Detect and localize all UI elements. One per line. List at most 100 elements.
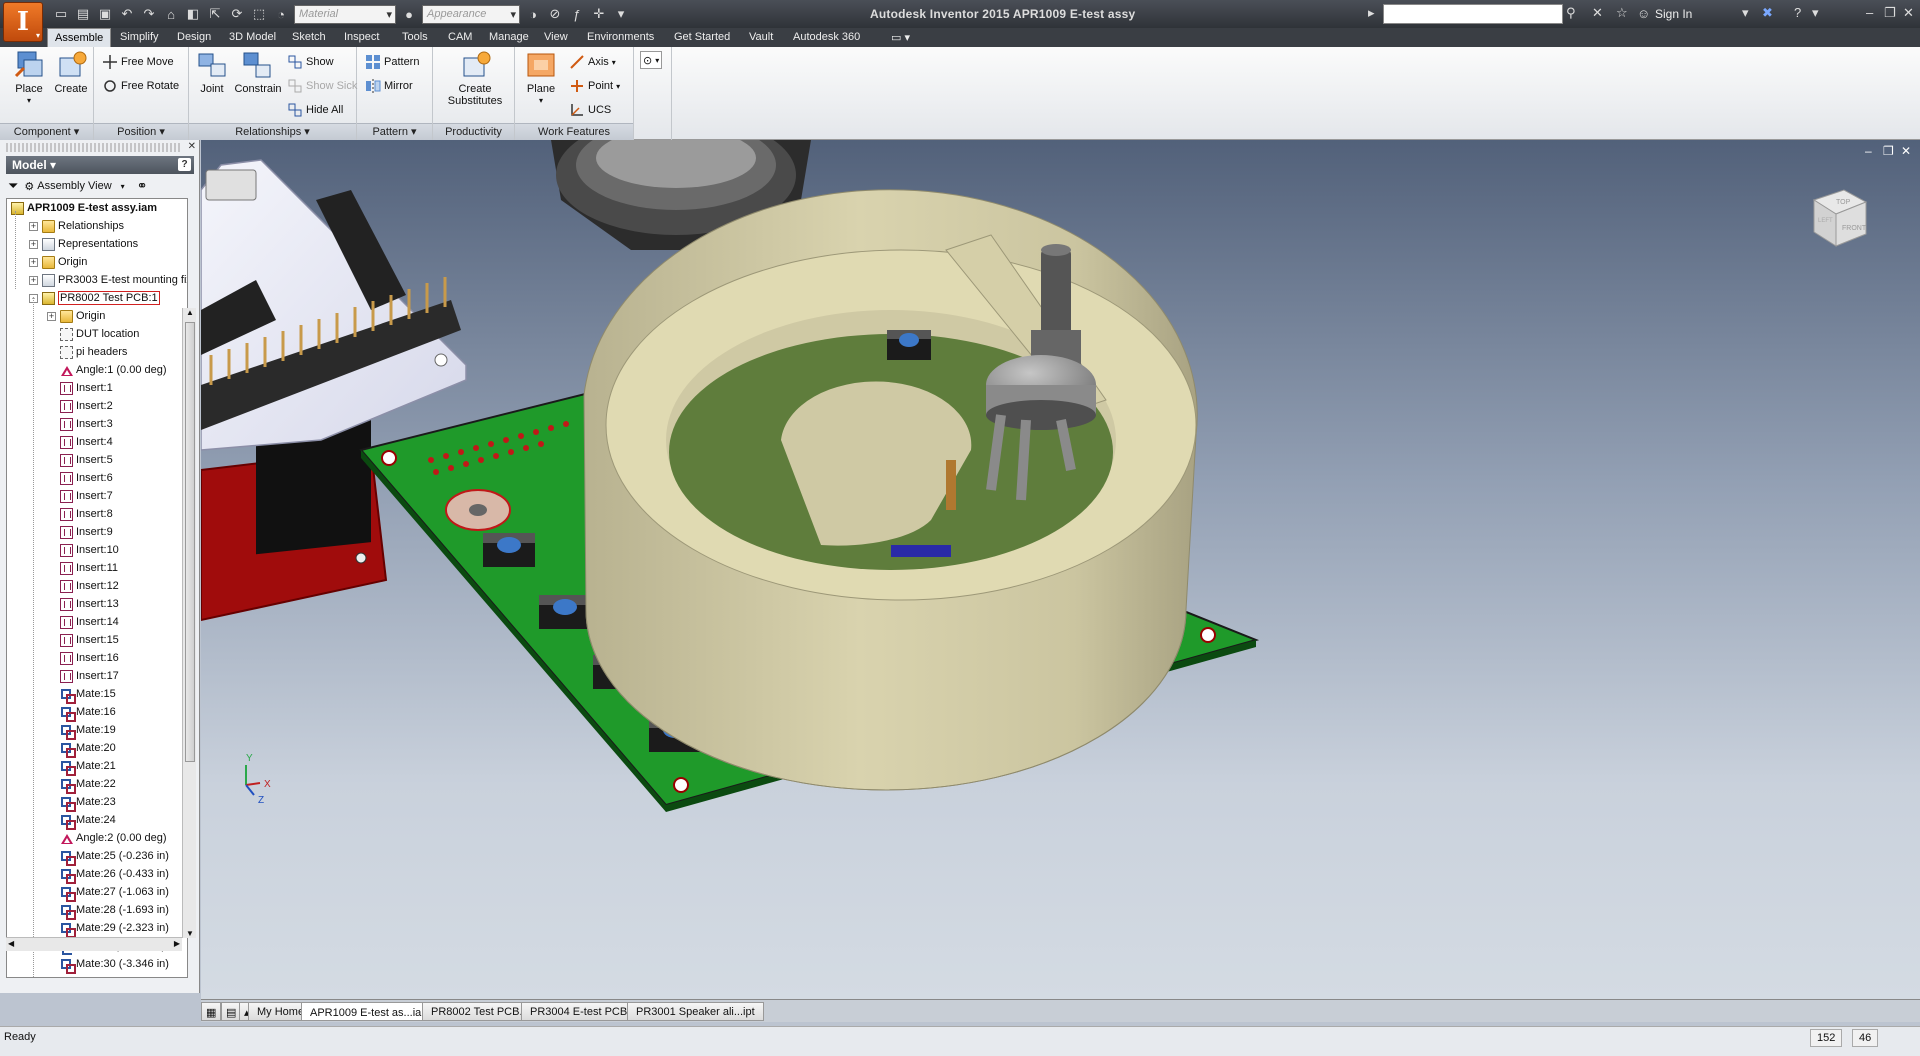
tab-cam[interactable]: CAM: [441, 28, 479, 47]
help-icon[interactable]: ?: [1794, 5, 1801, 20]
tab-inspect[interactable]: Inspect: [337, 28, 386, 47]
tree-item[interactable]: Insert:11: [60, 559, 118, 577]
tree-item[interactable]: Mate:16: [60, 703, 116, 722]
browser-vertical-scrollbar[interactable]: ▲ ▼: [182, 308, 196, 938]
select-icon[interactable]: ⬚: [250, 5, 268, 23]
tree-item[interactable]: Insert:15: [60, 631, 119, 649]
sign-in-link[interactable]: Sign In: [1655, 7, 1692, 21]
ucs-button[interactable]: UCS: [569, 101, 611, 119]
tree-item[interactable]: Insert:3: [60, 415, 113, 433]
tree-item[interactable]: Insert:10: [60, 541, 119, 559]
doc-tab-speaker-alignment[interactable]: PR3001 Speaker ali...ipt: [627, 1002, 764, 1021]
show-sick-button[interactable]: Show Sick: [287, 77, 357, 95]
scroll-left-icon[interactable]: ◀: [8, 939, 14, 948]
tab-get-started[interactable]: Get Started: [667, 28, 737, 47]
tree-item[interactable]: Insert:14: [60, 613, 119, 631]
viewcube-top-label[interactable]: TOP: [1836, 199, 1851, 206]
point-button[interactable]: Point ▾: [569, 77, 620, 95]
tree-item[interactable]: - PR8002 Test PCB:1: [29, 289, 160, 307]
adjust-appearance-icon[interactable]: ◑: [524, 5, 542, 23]
tree-item[interactable]: Mate:23: [60, 793, 116, 812]
tree-item[interactable]: Mate:24: [60, 811, 116, 830]
tab-environments[interactable]: Environments: [580, 28, 661, 47]
tree-item[interactable]: Mate:15: [60, 685, 116, 704]
new-file-icon[interactable]: ▭: [52, 5, 70, 23]
tab-3d-model[interactable]: 3D Model: [222, 28, 283, 47]
color-icon[interactable]: ◔: [272, 5, 290, 23]
tab-view[interactable]: View: [537, 28, 575, 47]
panel-title-position[interactable]: Position ▾: [94, 123, 188, 140]
tree-item[interactable]: Insert:9: [60, 523, 113, 541]
favorites-star-icon[interactable]: ☆: [1616, 5, 1628, 21]
browser-title-menu[interactable]: Model ▾?: [6, 156, 194, 174]
application-menu-button[interactable]: I ▾: [3, 2, 43, 42]
create-component-button[interactable]: Create: [52, 50, 90, 95]
viewcube-left-label[interactable]: LEFT: [1818, 218, 1833, 224]
tab-assemble[interactable]: Assemble: [47, 28, 112, 47]
tree-item[interactable]: + Origin: [29, 253, 87, 271]
mirror-button[interactable]: Mirror: [365, 77, 413, 95]
help-search-input[interactable]: [1383, 4, 1563, 24]
tree-item[interactable]: Angle:1 (0.00 deg): [60, 361, 167, 379]
plane-button[interactable]: Plane ▾: [521, 50, 561, 107]
tree-item[interactable]: Insert:6: [60, 469, 113, 487]
appearance-combo[interactable]: Appearance: [422, 4, 520, 24]
tree-item[interactable]: Insert:2: [60, 397, 113, 415]
search-icon[interactable]: ⚲: [1566, 5, 1576, 21]
constrain-button[interactable]: Constrain: [233, 50, 283, 95]
tree-item[interactable]: Insert:13: [60, 595, 119, 613]
expand-icon[interactable]: +: [47, 311, 56, 321]
tree-item[interactable]: + PR3003 E-test mounting fixture:1: [29, 271, 187, 289]
tree-item[interactable]: + Representations: [29, 235, 138, 253]
tree-item[interactable]: Insert:7: [60, 487, 113, 505]
panel-title-component[interactable]: Component ▾: [0, 123, 93, 140]
tree-item[interactable]: pi headers: [60, 343, 127, 361]
free-move-button[interactable]: Free Move: [102, 53, 174, 71]
appearance-ball-icon[interactable]: ●: [400, 5, 418, 23]
browser-grip[interactable]: [6, 143, 181, 152]
close-icon[interactable]: ✕: [188, 141, 196, 152]
expand-search-icon[interactable]: ▸: [1368, 5, 1375, 21]
free-rotate-button[interactable]: Free Rotate: [102, 77, 179, 95]
browser-horizontal-scrollbar[interactable]: ◀ ▶: [6, 937, 182, 951]
tree-item[interactable]: Mate:26 (-0.433 in): [60, 865, 169, 884]
assembly-view-dropdown[interactable]: ⚙ Assembly View ▾: [24, 180, 124, 193]
tree-item[interactable]: Angle:2 (0.00 deg): [60, 829, 167, 847]
tree-item[interactable]: Mate:19: [60, 721, 116, 740]
close-window-icon[interactable]: ✕: [1903, 5, 1914, 21]
show-button[interactable]: Show: [287, 53, 334, 71]
home-icon[interactable]: ⌂: [162, 5, 180, 23]
ribbon-options-icon[interactable]: ▭ ▾: [884, 28, 917, 47]
sign-in-dropdown-icon[interactable]: ▾: [1742, 5, 1749, 21]
tab-autodesk-360[interactable]: Autodesk 360: [786, 28, 867, 47]
measure-icon[interactable]: ✛: [590, 5, 608, 23]
tab-tools[interactable]: Tools: [395, 28, 435, 47]
tree-item[interactable]: Mate:22: [60, 775, 116, 794]
tree-item[interactable]: APR1009 E-test assy.iam: [11, 199, 157, 217]
subscription-icon[interactable]: ✕: [1592, 5, 1603, 21]
tab-vault[interactable]: Vault: [742, 28, 780, 47]
ribbon-display-options-button[interactable]: ⊙ ▾: [640, 51, 663, 69]
tree-item[interactable]: Insert:8: [60, 505, 113, 523]
scroll-right-icon[interactable]: ▶: [174, 939, 180, 948]
filter-icon[interactable]: ⏷: [8, 178, 18, 194]
tree-item[interactable]: Insert:16: [60, 649, 119, 667]
tree-item[interactable]: Mate:30 (-3.346 in): [60, 955, 169, 974]
find-binoculars-icon[interactable]: ⚭: [137, 178, 148, 194]
scroll-up-icon[interactable]: ▲: [186, 308, 194, 317]
undo-icon[interactable]: ↶: [118, 5, 136, 23]
return-icon[interactable]: ⇱: [206, 5, 224, 23]
tree-item[interactable]: Mate:25 (-0.236 in): [60, 847, 169, 866]
viewcube-front-label[interactable]: FRONT: [1842, 225, 1867, 232]
browser-help-icon[interactable]: ?: [178, 158, 191, 171]
material-combo[interactable]: Material: [294, 4, 396, 24]
expand-icon[interactable]: +: [29, 257, 38, 267]
tree-item[interactable]: + Relationships: [29, 217, 124, 235]
assembly-3d-model[interactable]: Y X Z: [201, 140, 1920, 999]
expand-icon[interactable]: +: [29, 239, 38, 249]
customize-qat-icon[interactable]: ▾: [612, 5, 630, 23]
function-icon[interactable]: ƒ: [568, 5, 586, 23]
exchange-apps-icon[interactable]: ✖: [1762, 5, 1773, 21]
update-icon[interactable]: ⟳: [228, 5, 246, 23]
tree-item[interactable]: + Origin: [47, 307, 105, 325]
